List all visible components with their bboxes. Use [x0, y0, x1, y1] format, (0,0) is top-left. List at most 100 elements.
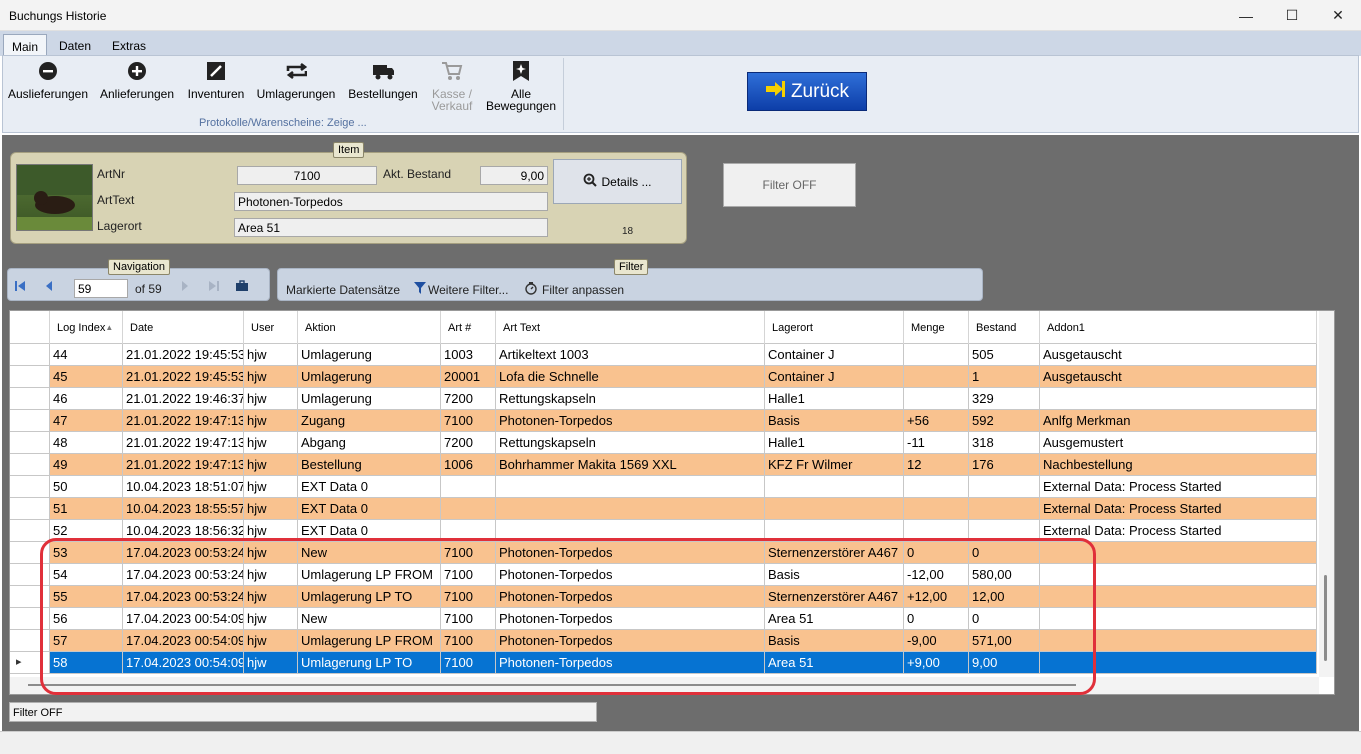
table-cell[interactable]: 21.01.2022 19:46:37	[123, 388, 244, 410]
table-cell[interactable]: 44	[50, 344, 123, 366]
marked-records-button[interactable]: Markierte Datensätze	[286, 283, 400, 297]
column-header[interactable]: Log Index ▲	[50, 311, 123, 344]
table-cell[interactable]	[969, 476, 1040, 498]
zurueck-button[interactable]: Zurück	[747, 72, 867, 111]
table-cell[interactable]: 21.01.2022 19:47:13	[123, 454, 244, 476]
vertical-scrollbar[interactable]	[1319, 311, 1334, 677]
table-row[interactable]: 50 10.04.2023 18:51:07 hjw EXT Data 0 Extern…	[10, 476, 1317, 498]
table-cell[interactable]: Container J	[765, 366, 904, 388]
kasse-verkauf-button[interactable]: Kasse / Verkauf	[428, 60, 476, 112]
table-cell[interactable]: 49	[50, 454, 123, 476]
bestellungen-button[interactable]: Bestellungen	[348, 60, 418, 100]
column-header[interactable]: Date	[123, 311, 244, 344]
table-cell[interactable]: 21.01.2022 19:45:53	[123, 344, 244, 366]
filter-off-button[interactable]: Filter OFF	[723, 163, 856, 207]
bestand-field[interactable]: 9,00	[480, 166, 548, 185]
table-cell[interactable]: Ausgetauscht	[1040, 366, 1317, 388]
row-selector[interactable]	[10, 410, 50, 432]
briefcase-icon[interactable]	[235, 280, 249, 295]
table-cell[interactable]	[765, 476, 904, 498]
table-cell[interactable]: 47	[50, 410, 123, 432]
table-cell[interactable]: +56	[904, 410, 969, 432]
table-cell[interactable]	[904, 366, 969, 388]
table-cell[interactable]: Umlagerung	[298, 344, 441, 366]
table-cell[interactable]: 48	[50, 432, 123, 454]
auslieferungen-button[interactable]: Auslieferungen	[8, 60, 88, 100]
table-cell[interactable]: 10.04.2023 18:55:57	[123, 498, 244, 520]
column-header[interactable]: User	[244, 311, 298, 344]
table-cell[interactable]	[904, 388, 969, 410]
close-icon[interactable]: ✕	[1315, 0, 1361, 31]
tab-main[interactable]: Main	[3, 34, 48, 56]
table-cell[interactable]	[904, 344, 969, 366]
table-cell[interactable]: 1006	[441, 454, 496, 476]
row-selector[interactable]	[10, 476, 50, 498]
table-cell[interactable]: EXT Data 0	[298, 476, 441, 498]
details-button[interactable]: Details ...	[553, 159, 682, 204]
table-cell[interactable]: hjw	[244, 432, 298, 454]
next-record-icon[interactable]	[180, 280, 190, 295]
table-cell[interactable]: Bohrhammer Makita 1569 XXL	[496, 454, 765, 476]
table-cell[interactable]: hjw	[244, 366, 298, 388]
table-cell[interactable]: -11	[904, 432, 969, 454]
last-record-icon[interactable]	[208, 280, 220, 295]
table-cell[interactable]	[496, 476, 765, 498]
table-cell[interactable]: hjw	[244, 476, 298, 498]
row-selector[interactable]	[10, 520, 50, 542]
record-position-input[interactable]: 59	[74, 279, 128, 298]
column-header[interactable]: Art Text	[496, 311, 765, 344]
table-cell[interactable]	[904, 498, 969, 520]
table-cell[interactable]: hjw	[244, 498, 298, 520]
table-cell[interactable]: 7200	[441, 432, 496, 454]
table-cell[interactable]: 1003	[441, 344, 496, 366]
column-header[interactable]: Menge	[904, 311, 969, 344]
table-cell[interactable]: Nachbestellung	[1040, 454, 1317, 476]
table-row[interactable]: 47 21.01.2022 19:47:13 hjw Zugang 7100 Photon…	[10, 410, 1317, 432]
table-cell[interactable]: Halle1	[765, 388, 904, 410]
table-cell[interactable]: Ausgetauscht	[1040, 344, 1317, 366]
tab-extras[interactable]: Extras	[104, 34, 154, 56]
table-cell[interactable]: 21.01.2022 19:45:53	[123, 366, 244, 388]
table-cell[interactable]: 51	[50, 498, 123, 520]
column-header[interactable]: Lagerort	[765, 311, 904, 344]
table-cell[interactable]	[441, 476, 496, 498]
table-cell[interactable]: 592	[969, 410, 1040, 432]
table-cell[interactable]: Rettungskapseln	[496, 432, 765, 454]
table-cell[interactable]: hjw	[244, 454, 298, 476]
table-cell[interactable]	[765, 498, 904, 520]
table-cell[interactable]: Artikeltext 1003	[496, 344, 765, 366]
table-cell[interactable]: Zugang	[298, 410, 441, 432]
table-cell[interactable]	[496, 498, 765, 520]
adjust-filter-button[interactable]: Filter anpassen	[542, 283, 624, 297]
table-cell[interactable]: 7200	[441, 388, 496, 410]
table-cell[interactable]: 12	[904, 454, 969, 476]
table-cell[interactable]: 46	[50, 388, 123, 410]
table-cell[interactable]: 10.04.2023 18:51:07	[123, 476, 244, 498]
table-cell[interactable]: 21.01.2022 19:47:13	[123, 432, 244, 454]
column-header[interactable]: Bestand	[969, 311, 1040, 344]
minimize-icon[interactable]: —	[1223, 0, 1269, 31]
table-cell[interactable]: Anlfg Merkman	[1040, 410, 1317, 432]
row-selector[interactable]	[10, 388, 50, 410]
table-cell[interactable]	[904, 476, 969, 498]
table-cell[interactable]: Ausgemustert	[1040, 432, 1317, 454]
table-cell[interactable]: hjw	[244, 388, 298, 410]
table-row[interactable]: 51 10.04.2023 18:55:57 hjw EXT Data 0 Extern…	[10, 498, 1317, 520]
table-cell[interactable]: 1	[969, 366, 1040, 388]
tab-daten[interactable]: Daten	[51, 34, 99, 56]
row-selector[interactable]	[10, 498, 50, 520]
table-cell[interactable]: 20001	[441, 366, 496, 388]
table-cell[interactable]: Rettungskapseln	[496, 388, 765, 410]
table-cell[interactable]: Umlagerung	[298, 388, 441, 410]
table-row[interactable]: 48 21.01.2022 19:47:13 hjw Abgang 7200 Rettun…	[10, 432, 1317, 454]
table-cell[interactable]	[969, 498, 1040, 520]
table-cell[interactable]: 176	[969, 454, 1040, 476]
table-cell[interactable]: Bestellung	[298, 454, 441, 476]
table-cell[interactable]	[441, 498, 496, 520]
row-selector[interactable]	[10, 344, 50, 366]
table-cell[interactable]: hjw	[244, 410, 298, 432]
table-cell[interactable]: EXT Data 0	[298, 498, 441, 520]
table-cell[interactable]	[1040, 388, 1317, 410]
table-cell[interactable]: Abgang	[298, 432, 441, 454]
column-header[interactable]: Art #	[441, 311, 496, 344]
